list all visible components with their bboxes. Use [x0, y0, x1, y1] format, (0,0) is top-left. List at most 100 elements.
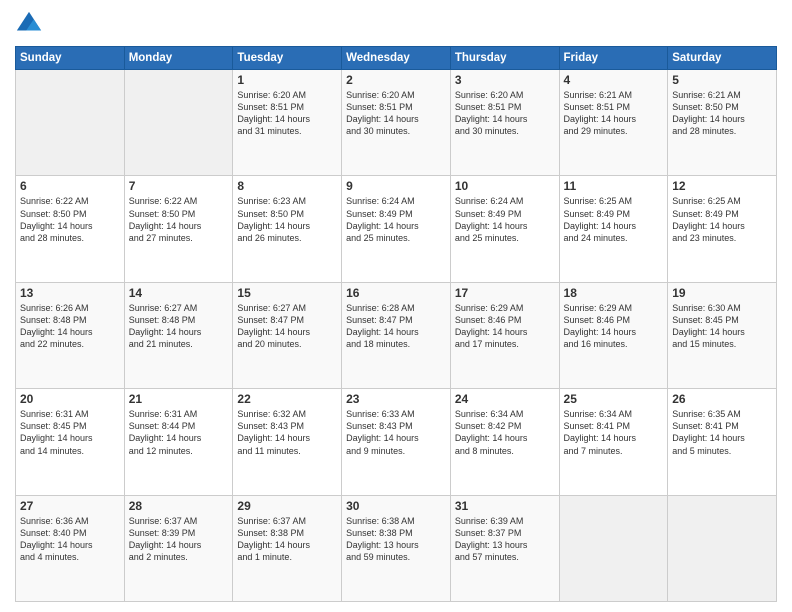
calendar-cell: 19 Sunrise: 6:30 AM Sunset: 8:45 PM Dayli… — [668, 282, 777, 388]
calendar-cell: 23Sunrise: 6:33 AM Sunset: 8:43 PM Dayli… — [342, 389, 451, 495]
day-info: Sunrise: 6:24 AM Sunset: 8:49 PM Dayligh… — [346, 195, 446, 244]
calendar-cell: 6Sunrise: 6:22 AM Sunset: 8:50 PM Daylig… — [16, 176, 125, 282]
calendar-cell: 10 Sunrise: 6:24 AM Sunset: 8:49 PM Dayli… — [450, 176, 559, 282]
day-info: Sunrise: 6:29 AM Sunset: 8:46 PM Dayligh… — [455, 302, 555, 351]
calendar-cell: 5 Sunrise: 6:21 AM Sunset: 8:50 PM Daylig… — [668, 70, 777, 176]
day-number: 9 — [346, 179, 446, 193]
day-info: Sunrise: 6:27 AM Sunset: 8:47 PM Dayligh… — [237, 302, 337, 351]
calendar-cell: 1 Sunrise: 6:20 AM Sunset: 8:51 PM Daylig… — [233, 70, 342, 176]
calendar-cell: 16 Sunrise: 6:28 AM Sunset: 8:47 PM Dayli… — [342, 282, 451, 388]
calendar-cell: 20 Sunrise: 6:31 AM Sunset: 8:45 PM Dayli… — [16, 389, 125, 495]
calendar-cell: 2 Sunrise: 6:20 AM Sunset: 8:51 PM Daylig… — [342, 70, 451, 176]
day-number: 8 — [237, 179, 337, 193]
day-info: Sunrise: 6:39 AM Sunset: 8:37 PM Dayligh… — [455, 515, 555, 564]
day-number: 19 — [672, 286, 772, 300]
day-number: 17 — [455, 286, 555, 300]
calendar-cell: 8 Sunrise: 6:23 AM Sunset: 8:50 PM Daylig… — [233, 176, 342, 282]
day-info: Sunrise: 6:26 AM Sunset: 8:48 PM Dayligh… — [20, 302, 120, 351]
day-info: Sunrise: 6:31 AM Sunset: 8:44 PM Dayligh… — [129, 408, 229, 457]
day-header-monday: Monday — [124, 47, 233, 70]
day-info: Sunrise: 6:27 AM Sunset: 8:48 PM Dayligh… — [129, 302, 229, 351]
day-number: 29 — [237, 499, 337, 513]
day-info: Sunrise: 6:28 AM Sunset: 8:47 PM Dayligh… — [346, 302, 446, 351]
calendar-cell: 15 Sunrise: 6:27 AM Sunset: 8:47 PM Dayli… — [233, 282, 342, 388]
day-header-friday: Friday — [559, 47, 668, 70]
calendar-cell: 25Sunrise: 6:34 AM Sunset: 8:41 PM Dayli… — [559, 389, 668, 495]
day-info: Sunrise: 6:20 AM Sunset: 8:51 PM Dayligh… — [455, 89, 555, 138]
day-info: Sunrise: 6:35 AM Sunset: 8:41 PM Dayligh… — [672, 408, 772, 457]
day-info: Sunrise: 6:29 AM Sunset: 8:46 PM Dayligh… — [564, 302, 664, 351]
day-number: 20 — [20, 392, 120, 406]
day-number: 31 — [455, 499, 555, 513]
day-info: Sunrise: 6:34 AM Sunset: 8:41 PM Dayligh… — [564, 408, 664, 457]
day-header-saturday: Saturday — [668, 47, 777, 70]
day-number: 30 — [346, 499, 446, 513]
logo-icon — [15, 10, 43, 38]
day-info: Sunrise: 6:21 AM Sunset: 8:50 PM Dayligh… — [672, 89, 772, 138]
calendar-cell: 24 Sunrise: 6:34 AM Sunset: 8:42 PM Dayli… — [450, 389, 559, 495]
day-header-thursday: Thursday — [450, 47, 559, 70]
week-row-4: 20 Sunrise: 6:31 AM Sunset: 8:45 PM Dayli… — [16, 389, 777, 495]
day-info: Sunrise: 6:22 AM Sunset: 8:50 PM Dayligh… — [20, 195, 120, 244]
week-row-3: 13 Sunrise: 6:26 AM Sunset: 8:48 PM Dayli… — [16, 282, 777, 388]
day-number: 26 — [672, 392, 772, 406]
calendar-cell: 22 Sunrise: 6:32 AM Sunset: 8:43 PM Dayli… — [233, 389, 342, 495]
day-number: 23 — [346, 392, 446, 406]
day-number: 3 — [455, 73, 555, 87]
day-info: Sunrise: 6:30 AM Sunset: 8:45 PM Dayligh… — [672, 302, 772, 351]
day-header-sunday: Sunday — [16, 47, 125, 70]
day-info: Sunrise: 6:32 AM Sunset: 8:43 PM Dayligh… — [237, 408, 337, 457]
day-number: 15 — [237, 286, 337, 300]
calendar-cell: 11 Sunrise: 6:25 AM Sunset: 8:49 PM Dayli… — [559, 176, 668, 282]
day-number: 2 — [346, 73, 446, 87]
header-row: SundayMondayTuesdayWednesdayThursdayFrid… — [16, 47, 777, 70]
day-info: Sunrise: 6:22 AM Sunset: 8:50 PM Dayligh… — [129, 195, 229, 244]
calendar-cell: 27 Sunrise: 6:36 AM Sunset: 8:40 PM Dayli… — [16, 495, 125, 601]
day-number: 1 — [237, 73, 337, 87]
day-info: Sunrise: 6:37 AM Sunset: 8:39 PM Dayligh… — [129, 515, 229, 564]
day-info: Sunrise: 6:34 AM Sunset: 8:42 PM Dayligh… — [455, 408, 555, 457]
calendar-cell: 12Sunrise: 6:25 AM Sunset: 8:49 PM Dayli… — [668, 176, 777, 282]
day-info: Sunrise: 6:25 AM Sunset: 8:49 PM Dayligh… — [564, 195, 664, 244]
calendar-cell: 3 Sunrise: 6:20 AM Sunset: 8:51 PM Daylig… — [450, 70, 559, 176]
calendar-cell — [124, 70, 233, 176]
calendar-cell: 28 Sunrise: 6:37 AM Sunset: 8:39 PM Dayli… — [124, 495, 233, 601]
day-number: 21 — [129, 392, 229, 406]
day-number: 24 — [455, 392, 555, 406]
day-number: 10 — [455, 179, 555, 193]
week-row-5: 27 Sunrise: 6:36 AM Sunset: 8:40 PM Dayli… — [16, 495, 777, 601]
week-row-1: 1 Sunrise: 6:20 AM Sunset: 8:51 PM Daylig… — [16, 70, 777, 176]
day-number: 4 — [564, 73, 664, 87]
calendar-cell: 31 Sunrise: 6:39 AM Sunset: 8:37 PM Dayli… — [450, 495, 559, 601]
day-info: Sunrise: 6:38 AM Sunset: 8:38 PM Dayligh… — [346, 515, 446, 564]
day-number: 13 — [20, 286, 120, 300]
calendar-cell: 17 Sunrise: 6:29 AM Sunset: 8:46 PM Dayli… — [450, 282, 559, 388]
day-info: Sunrise: 6:21 AM Sunset: 8:51 PM Dayligh… — [564, 89, 664, 138]
page: SundayMondayTuesdayWednesdayThursdayFrid… — [0, 0, 792, 612]
day-info: Sunrise: 6:23 AM Sunset: 8:50 PM Dayligh… — [237, 195, 337, 244]
calendar-cell: 29 Sunrise: 6:37 AM Sunset: 8:38 PM Dayli… — [233, 495, 342, 601]
day-number: 16 — [346, 286, 446, 300]
day-number: 5 — [672, 73, 772, 87]
day-number: 27 — [20, 499, 120, 513]
header — [15, 10, 777, 38]
day-number: 22 — [237, 392, 337, 406]
day-info: Sunrise: 6:24 AM Sunset: 8:49 PM Dayligh… — [455, 195, 555, 244]
day-header-wednesday: Wednesday — [342, 47, 451, 70]
calendar-cell: 9 Sunrise: 6:24 AM Sunset: 8:49 PM Daylig… — [342, 176, 451, 282]
calendar-cell: 18Sunrise: 6:29 AM Sunset: 8:46 PM Dayli… — [559, 282, 668, 388]
day-number: 28 — [129, 499, 229, 513]
day-number: 7 — [129, 179, 229, 193]
calendar-cell — [559, 495, 668, 601]
calendar-header: SundayMondayTuesdayWednesdayThursdayFrid… — [16, 47, 777, 70]
day-info: Sunrise: 6:37 AM Sunset: 8:38 PM Dayligh… — [237, 515, 337, 564]
day-info: Sunrise: 6:20 AM Sunset: 8:51 PM Dayligh… — [237, 89, 337, 138]
calendar-cell — [668, 495, 777, 601]
day-info: Sunrise: 6:20 AM Sunset: 8:51 PM Dayligh… — [346, 89, 446, 138]
calendar-cell: 13 Sunrise: 6:26 AM Sunset: 8:48 PM Dayli… — [16, 282, 125, 388]
day-number: 11 — [564, 179, 664, 193]
day-info: Sunrise: 6:36 AM Sunset: 8:40 PM Dayligh… — [20, 515, 120, 564]
day-info: Sunrise: 6:31 AM Sunset: 8:45 PM Dayligh… — [20, 408, 120, 457]
calendar-cell — [16, 70, 125, 176]
calendar-cell: 4 Sunrise: 6:21 AM Sunset: 8:51 PM Daylig… — [559, 70, 668, 176]
